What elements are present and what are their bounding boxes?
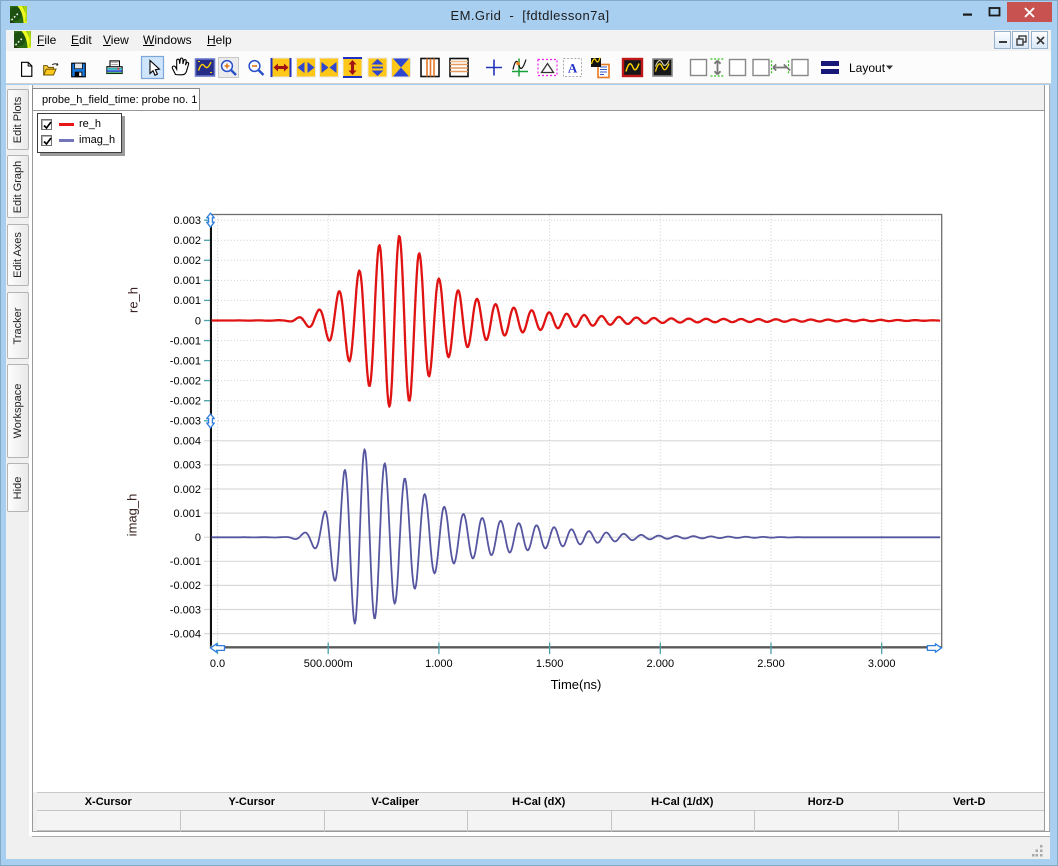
- svg-text:imag_h: imag_h: [125, 494, 140, 537]
- svg-text:2.000: 2.000: [647, 658, 675, 670]
- svg-text:0: 0: [195, 315, 201, 327]
- svg-text:-0.001: -0.001: [170, 556, 201, 568]
- svg-text:0.003: 0.003: [173, 215, 201, 227]
- svg-text:500.000m: 500.000m: [304, 658, 353, 670]
- svg-text:1.000: 1.000: [425, 658, 453, 670]
- svg-text:0.001: 0.001: [173, 275, 201, 287]
- svg-text:2.500: 2.500: [757, 658, 785, 670]
- svg-text:0.0: 0.0: [210, 658, 225, 670]
- svg-text:-0.001: -0.001: [170, 335, 201, 347]
- svg-text:A: A: [568, 60, 578, 75]
- svg-text:0.001: 0.001: [173, 295, 201, 307]
- svg-text:0.002: 0.002: [173, 235, 201, 247]
- svg-text:-0.002: -0.002: [170, 396, 201, 408]
- svg-text:1.500: 1.500: [536, 658, 564, 670]
- svg-text:-0.003: -0.003: [170, 604, 201, 616]
- svg-text:3.000: 3.000: [868, 658, 896, 670]
- svg-text:-0.002: -0.002: [170, 375, 201, 387]
- svg-text:-0.003: -0.003: [170, 416, 201, 428]
- svg-text:0.002: 0.002: [173, 484, 201, 496]
- svg-text:0: 0: [195, 532, 201, 544]
- svg-text:Layout: Layout: [849, 61, 886, 75]
- svg-text:re_h: re_h: [126, 287, 141, 313]
- svg-text:0.002: 0.002: [173, 255, 201, 267]
- svg-text:-0.001: -0.001: [170, 355, 201, 367]
- svg-text:Time(ns): Time(ns): [551, 677, 602, 692]
- svg-text:0.003: 0.003: [173, 460, 201, 472]
- svg-text:-0.004: -0.004: [170, 628, 201, 640]
- svg-text:-0.002: -0.002: [170, 580, 201, 592]
- svg-text:0.001: 0.001: [173, 508, 201, 520]
- svg-text:0.004: 0.004: [173, 436, 201, 448]
